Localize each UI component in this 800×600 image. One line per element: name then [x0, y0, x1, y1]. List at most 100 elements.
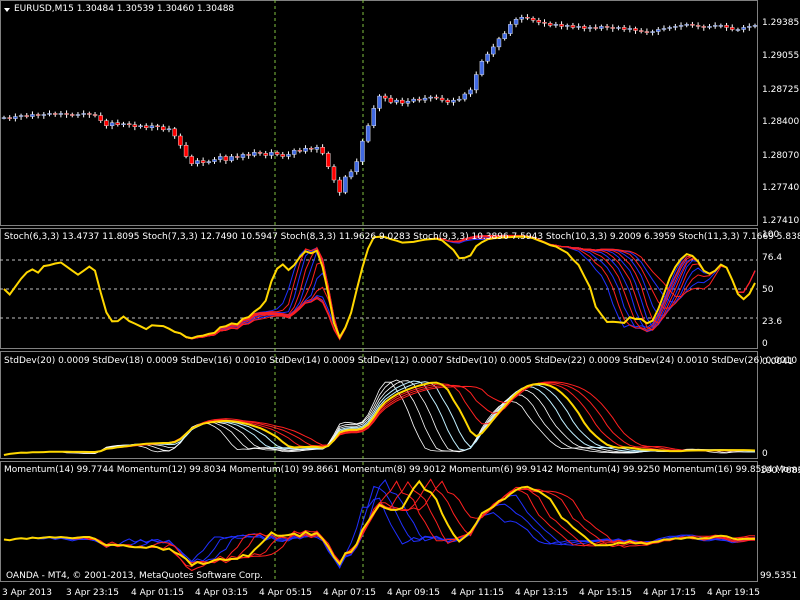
candle-body — [7, 117, 12, 119]
chart-symbol-header: EURUSD,M15 1.30484 1.30539 1.30460 1.304… — [14, 4, 234, 14]
candle-body — [291, 150, 297, 155]
price-axis: 1.29385 1.29055 1.28725 1.28400 1.28070 … — [762, 18, 799, 226]
candle-body — [405, 100, 411, 104]
candle-body — [411, 98, 416, 102]
candle-body — [388, 97, 394, 103]
candle-body — [24, 115, 29, 117]
candle-body — [553, 24, 559, 26]
stddev-yellow-line — [3, 381, 756, 456]
candle-body — [434, 96, 439, 99]
price-label: 1.28070 — [762, 151, 799, 161]
candle-body — [439, 97, 445, 101]
candle-body — [252, 152, 257, 156]
time-label: 4 Apr 17:15 — [643, 588, 696, 598]
candle-body — [75, 114, 81, 116]
candle-body — [263, 153, 268, 156]
momentum-red-line — [3, 480, 755, 566]
candle-body — [547, 23, 553, 26]
stoch-red-line — [3, 235, 756, 340]
candle-body — [269, 152, 274, 156]
candle-body — [217, 156, 223, 160]
candle-body — [53, 113, 58, 115]
candle-body — [13, 116, 18, 119]
stddev-red-line — [3, 382, 756, 456]
candle-body — [536, 20, 542, 23]
candle-body — [206, 161, 212, 163]
stoch-red-line — [3, 236, 756, 340]
time-label: 4 Apr 03:15 — [195, 588, 248, 598]
stoch-label: 0 — [762, 339, 768, 349]
candle-body — [712, 25, 718, 27]
candle-body — [479, 61, 485, 75]
time-label: 4 Apr 09:15 — [387, 588, 440, 598]
candle-body — [445, 99, 450, 103]
stoch-label: 100 — [762, 230, 779, 240]
time-label: 4 Apr 07:15 — [323, 588, 376, 598]
candle-body — [64, 113, 69, 115]
candle-body — [149, 125, 155, 128]
candle-body — [246, 154, 251, 156]
stddev-pane-frame — [0, 351, 758, 459]
candle-body — [525, 17, 530, 19]
stddev-header: StdDev(20) 0.0009 StdDev(18) 0.0009 StdD… — [4, 356, 797, 366]
stoch-label: 76.4 — [762, 253, 782, 263]
candle-body — [684, 24, 689, 26]
candle-body — [155, 125, 160, 127]
momentum-header: Momentum(14) 99.7744 Momentum(12) 99.803… — [4, 465, 800, 475]
price-label: 1.27410 — [762, 216, 799, 226]
candle-body — [297, 150, 303, 152]
momentum-red-line — [3, 478, 755, 568]
candle-body — [604, 26, 610, 28]
candle-body — [240, 154, 246, 158]
candle-body — [451, 99, 456, 103]
price-pane-frame — [0, 0, 758, 226]
candle-body — [644, 31, 650, 33]
candle-body — [462, 93, 468, 100]
candle-body — [502, 33, 507, 39]
stddev-light-line — [3, 381, 756, 456]
candle-body — [371, 108, 377, 126]
candle-body — [212, 159, 217, 162]
candle-body — [735, 29, 741, 31]
candle-body — [519, 17, 524, 20]
candle-body — [200, 160, 206, 163]
stddev-light-line — [3, 380, 756, 456]
momentum-label: 100.7683 — [760, 466, 800, 476]
candle-body — [144, 125, 149, 128]
candle-body — [576, 26, 581, 28]
chart-window[interactable]: EURUSD,M15 1.30484 1.30539 1.30460 1.304… — [0, 0, 800, 600]
stoch-header: Stoch(6,3,3) 13.4737 11.8095 Stoch(7,3,3… — [4, 232, 800, 242]
time-axis: 3 Apr 2013 3 Apr 23:15 4 Apr 01:15 4 Apr… — [2, 588, 760, 598]
stoch-axis: 100 76.4 50 23.6 0 — [762, 230, 782, 349]
candle-body — [701, 26, 706, 28]
candle-body — [747, 26, 752, 28]
candle-body — [422, 97, 428, 101]
time-label: 4 Apr 11:15 — [451, 588, 504, 598]
momentum-red-line — [3, 480, 756, 564]
stoch-red-line — [3, 236, 756, 340]
stoch-yellow-line — [3, 235, 756, 340]
momentum-blue-line — [3, 497, 756, 569]
candle-body — [616, 27, 621, 29]
momentum-axis: 100.7683 99.5351 — [760, 466, 800, 581]
candle-body — [41, 114, 47, 116]
chart-menu-triangle-icon[interactable] — [4, 8, 10, 12]
candle-body — [377, 95, 382, 109]
time-label: 3 Apr 23:15 — [66, 588, 119, 598]
candle-body — [542, 22, 547, 24]
candle-body — [382, 95, 388, 99]
time-label: 4 Apr 19:15 — [707, 588, 760, 598]
candle-body — [599, 26, 604, 29]
candle-body — [58, 113, 64, 115]
candle-body — [570, 25, 576, 28]
candle-body — [695, 25, 701, 27]
pane-borders — [0, 0, 758, 582]
stoch-blue-line — [3, 236, 756, 340]
candle-body — [496, 38, 502, 48]
candle-body — [331, 166, 337, 181]
momentum-label: 99.5351 — [760, 571, 797, 581]
price-label: 1.29385 — [762, 18, 799, 28]
copyright-text: OANDA - MT4, © 2001-2013, MetaQuotes Sof… — [6, 571, 263, 581]
candle-body — [178, 135, 183, 146]
stddev-lines — [3, 379, 756, 456]
